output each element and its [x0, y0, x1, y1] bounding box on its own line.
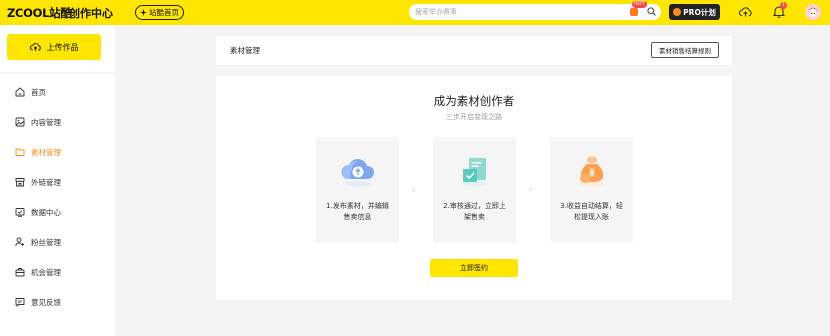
sidebar-item-label: 机会管理	[31, 267, 61, 277]
page-title: 素材管理	[230, 46, 260, 55]
sidebar-item-data-center[interactable]: 数据中心	[15, 206, 61, 218]
message-icon	[15, 298, 25, 307]
sidebar-item-content[interactable]: 内容管理	[15, 116, 61, 128]
hero-subtitle: 三步开启变现之路	[446, 113, 502, 121]
cloud-upload-icon	[341, 158, 375, 187]
sidebar-item-feedback[interactable]: 意见反馈	[15, 296, 61, 308]
sidebar-item-label: 意见反馈	[31, 297, 61, 307]
store-icon	[15, 178, 25, 187]
home-icon	[15, 87, 25, 97]
step-arrow-icon: ›	[529, 184, 533, 195]
sidebar-item-label: 外链管理	[31, 177, 61, 187]
step-2-text: 2.审核通过，立即上架售卖	[443, 202, 506, 221]
sidebar-item-label: 素材管理	[31, 147, 61, 157]
upload-cloud-icon[interactable]	[739, 6, 752, 18]
sidebar-item-fans[interactable]: 粉丝管理	[15, 236, 61, 248]
step-3-text: 3.收益自动结算，轻松提现入账	[560, 202, 623, 221]
top-header: ZCOOL站酷 创作中心 站酷首页 搜索举办赛事 HOT PRO计划 1	[0, 0, 830, 25]
sidebar-item-home[interactable]: 首页	[15, 86, 46, 98]
sidebar: 上传作品 首页 内容管理 素材管理 外链管理 数据中心 粉丝管理 机会管理 意见…	[0, 25, 115, 336]
hot-event-icon	[630, 8, 638, 16]
hot-badge: HOT	[632, 1, 647, 8]
step-arrow-icon: ›	[412, 184, 416, 195]
chart-icon	[15, 208, 25, 217]
user-plus-icon	[15, 237, 24, 247]
creator-center-title: 创作中心	[69, 7, 113, 20]
search-input[interactable]: 搜索举办赛事 HOT	[409, 1, 661, 20]
sidebar-divider	[0, 72, 115, 73]
sparkle-icon	[140, 9, 147, 16]
home-button-label: 站酷首页	[149, 8, 179, 17]
money-bag-icon	[579, 157, 605, 187]
upload-icon	[29, 43, 41, 51]
sidebar-item-label: 首页	[31, 87, 46, 97]
zcool-logo[interactable]: ZCOOL站酷	[7, 5, 72, 21]
section-header-card: 素材管理 素材销售结算规则	[216, 36, 732, 65]
sidebar-item-label: 粉丝管理	[31, 237, 61, 247]
sidebar-item-opportunities[interactable]: 机会管理	[15, 266, 61, 278]
search-icon[interactable]	[647, 7, 656, 16]
upload-work-label: 上传作品	[46, 42, 79, 52]
step-card: 1.发布素材，并编辑售卖信息	[316, 137, 399, 243]
user-avatar[interactable]	[805, 4, 821, 20]
settlement-rules-button[interactable]: 素材销售结算规则	[651, 42, 719, 58]
approve-doc-icon	[462, 158, 488, 187]
folder-icon	[15, 148, 25, 156]
step-card: 3.收益自动结算，轻松提现入账	[550, 137, 633, 243]
sidebar-item-external-links[interactable]: 外链管理	[15, 176, 61, 188]
sidebar-item-materials[interactable]: 素材管理	[15, 146, 61, 158]
avatar-illustration-icon	[805, 4, 821, 20]
zcool-home-button[interactable]: 站酷首页	[135, 5, 184, 20]
step-1-text: 1.发布素材，并编辑售卖信息	[326, 202, 389, 221]
sidebar-item-label: 数据中心	[31, 207, 61, 217]
notification-badge: 1	[780, 2, 787, 9]
image-icon	[15, 117, 25, 127]
sidebar-item-label: 内容管理	[31, 117, 61, 127]
step-card: 2.审核通过，立即上架售卖	[433, 137, 516, 243]
pro-plan-label: PRO计划	[683, 7, 716, 17]
hero-title: 成为素材创作者	[433, 94, 515, 108]
briefcase-icon	[15, 268, 25, 277]
search-placeholder: 搜索举办赛事	[415, 8, 457, 16]
pro-plan-button[interactable]: PRO计划	[669, 4, 720, 20]
pro-icon	[673, 8, 682, 16]
become-creator-card: 成为素材创作者 三步开启变现之路 1.发布素材，并编辑售卖信息 › 2.审核通过…	[216, 75, 732, 300]
upload-work-button[interactable]: 上传作品	[7, 34, 101, 60]
sign-now-button[interactable]: 立即签约	[430, 259, 518, 277]
